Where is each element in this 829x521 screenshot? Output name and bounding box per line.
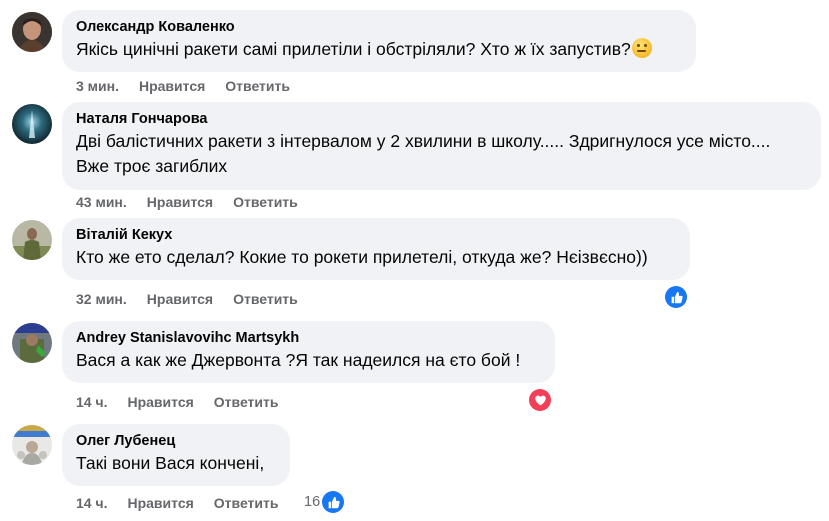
avatar[interactable] (12, 104, 52, 144)
comment-bubble: Віталій Кекух Кто же ето сделал? Кокие т… (62, 218, 690, 280)
comment-bubble: Andrey Stanislavovihc Martsykh Вася а ка… (62, 321, 555, 383)
comment-time[interactable]: 14 ч. (76, 494, 107, 512)
reply-button[interactable]: Ответить (214, 494, 279, 512)
reply-button[interactable]: Ответить (225, 77, 290, 95)
avatar[interactable] (12, 425, 52, 465)
comment-actions: 32 мин. Нравится Ответить (76, 290, 318, 308)
avatar[interactable] (12, 323, 52, 363)
comment-time[interactable]: 14 ч. (76, 393, 107, 411)
reaction-summary[interactable]: 16 (304, 491, 345, 513)
like-button[interactable]: Нравится (127, 494, 193, 512)
avatar[interactable] (12, 220, 52, 260)
reaction-summary[interactable] (529, 389, 551, 411)
thumbs-up-icon (322, 491, 345, 513)
reaction-summary[interactable] (665, 286, 687, 308)
reply-button[interactable]: Ответить (214, 393, 279, 411)
comment-time[interactable]: 32 мин. (76, 290, 127, 308)
comment-actions: 43 мин. Нравится Ответить (76, 193, 318, 211)
comment-bubble: Наталя Гончарова Дві балістичних ракети … (62, 102, 821, 190)
comment-text: Кто же ето сделал? Кокие то рокети приле… (76, 247, 648, 267)
like-button[interactable]: Нравится (139, 77, 205, 95)
heart-icon (529, 389, 551, 411)
comment-actions: 3 мин. Нравится Ответить (76, 77, 310, 95)
comment-text: Вася а как же Джервонта ?Я так надеился … (76, 350, 521, 370)
reaction-count: 16 (304, 494, 321, 510)
reply-button[interactable]: Ответить (233, 193, 298, 211)
comment-author[interactable]: Andrey Stanislavovihc Martsykh (76, 329, 543, 348)
like-button[interactable]: Нравится (127, 393, 193, 411)
comment-text: Такі вони Вася кончені, (76, 453, 265, 473)
comment-text: Якісь цинічні ракети самі прилетіли і об… (76, 37, 684, 62)
comment-actions: 14 ч. Нравится Ответить (76, 494, 298, 512)
comment-author[interactable]: Наталя Гончарова (76, 110, 809, 129)
comment-bubble: Олександр Коваленко Якісь цинічні ракети… (62, 10, 696, 72)
thinking-face-emoji (631, 38, 652, 58)
comment-bubble: Олег Лубенец Такі вони Вася кончені, (62, 424, 290, 486)
comment-actions: 14 ч. Нравится Ответить (76, 393, 298, 411)
avatar[interactable] (12, 12, 52, 52)
comment-author[interactable]: Олександр Коваленко (76, 18, 684, 37)
comment-time[interactable]: 43 мин. (76, 193, 127, 211)
like-button[interactable]: Нравится (147, 290, 213, 308)
comment-author[interactable]: Олег Лубенец (76, 432, 278, 451)
reply-button[interactable]: Ответить (233, 290, 298, 308)
like-button[interactable]: Нравится (147, 193, 213, 211)
comment-time[interactable]: 3 мин. (76, 77, 119, 95)
comment-text: Дві балістичних ракети з інтервалом у 2 … (76, 131, 771, 176)
comment-author[interactable]: Віталій Кекух (76, 226, 678, 245)
thumbs-up-icon (665, 286, 687, 308)
